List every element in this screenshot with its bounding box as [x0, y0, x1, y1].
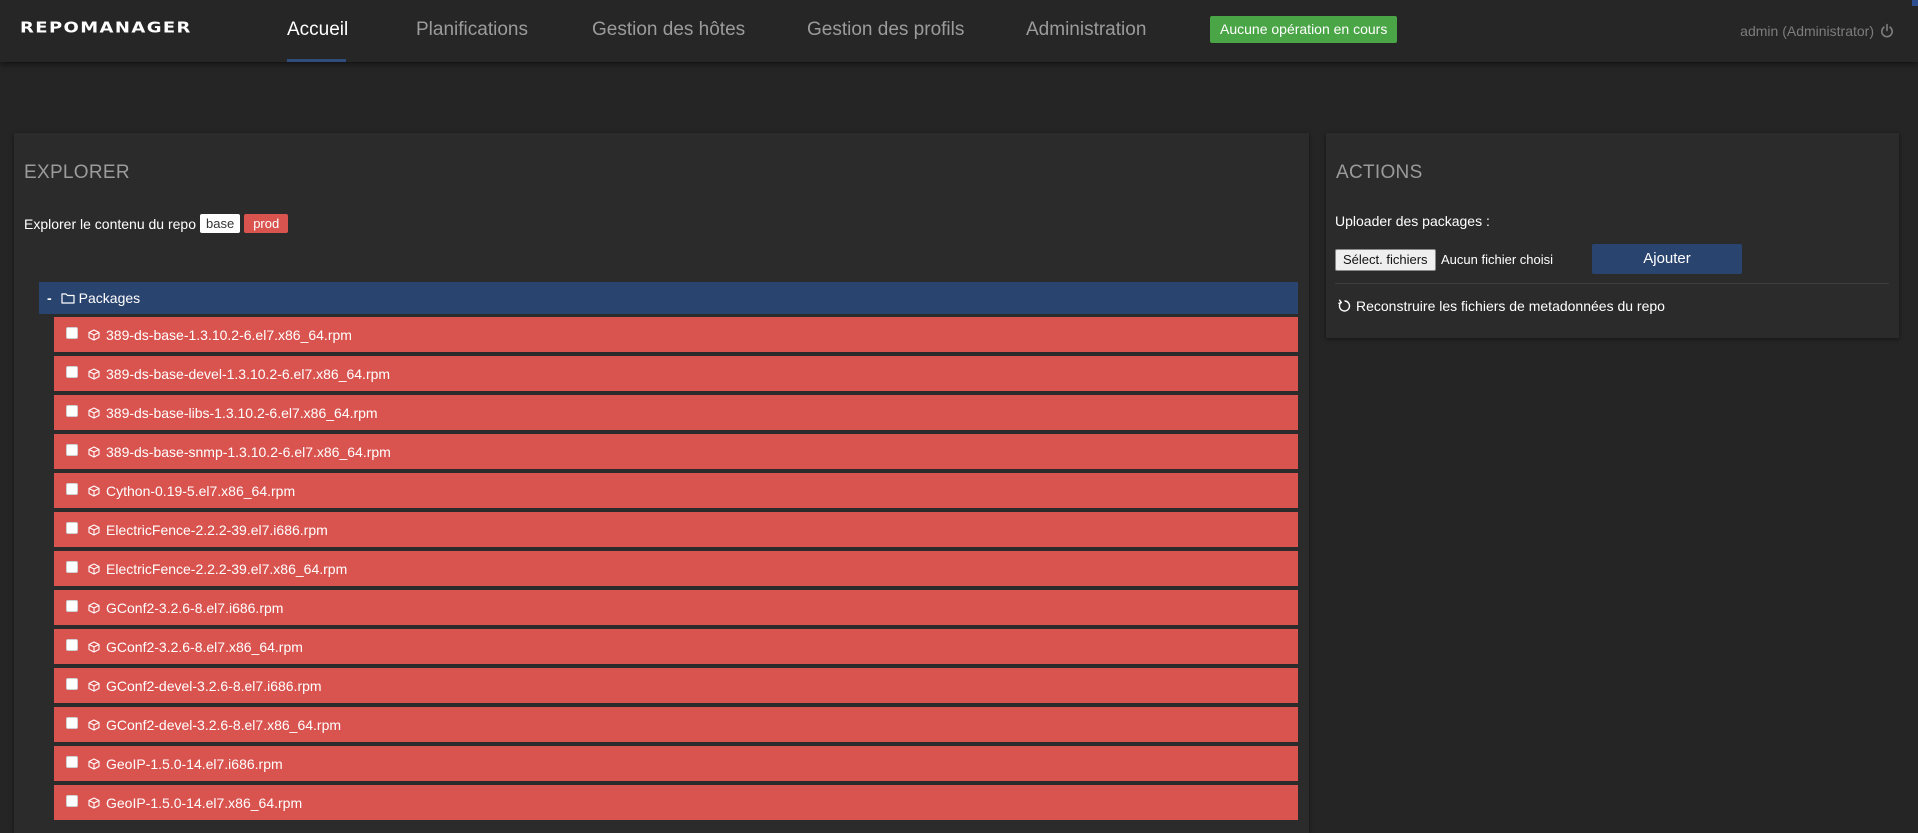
package-checkbox[interactable]	[66, 404, 78, 417]
operation-status-badge[interactable]: Aucune opération en cours	[1210, 16, 1398, 43]
divider	[1335, 283, 1889, 284]
package-row[interactable]: 389-ds-base-1.3.10.2-6.el7.x86_64.rpm	[54, 317, 1298, 352]
nav-administration[interactable]: Administration	[1026, 19, 1146, 41]
folder-icon	[61, 293, 75, 304]
package-name: GeoIP-1.5.0-14.el7.x86_64.rpm	[106, 794, 303, 811]
package-box-icon	[88, 796, 100, 809]
rebuild-label: Reconstruire les fichiers de metadonnées…	[1356, 298, 1665, 314]
package-checkbox[interactable]	[66, 677, 78, 690]
package-checkbox[interactable]	[66, 638, 78, 651]
app-logo[interactable]: REPOMANAGER	[20, 19, 192, 37]
package-box-icon	[88, 445, 100, 458]
package-row[interactable]: ElectricFence-2.2.2-39.el7.i686.rpm	[54, 512, 1298, 547]
top-navbar: REPOMANAGER Accueil Planifications Gesti…	[0, 0, 1918, 62]
package-name: 389-ds-base-libs-1.3.10.2-6.el7.x86_64.r…	[106, 404, 378, 421]
package-checkbox[interactable]	[66, 443, 78, 456]
package-row[interactable]: GConf2-3.2.6-8.el7.i686.rpm	[54, 590, 1298, 625]
package-name: ElectricFence-2.2.2-39.el7.i686.rpm	[106, 521, 328, 538]
package-row[interactable]: 389-ds-base-libs-1.3.10.2-6.el7.x86_64.r…	[54, 395, 1298, 430]
package-row[interactable]: 389-ds-base-snmp-1.3.10.2-6.el7.x86_64.r…	[54, 434, 1298, 469]
refresh-icon	[1338, 299, 1351, 312]
corner-marker	[1912, 0, 1918, 6]
package-checkbox[interactable]	[66, 521, 78, 534]
actions-title: ACTIONS	[1336, 162, 1423, 183]
package-box-icon	[88, 523, 100, 536]
package-row[interactable]: ElectricFence-2.2.2-39.el7.x86_64.rpm	[54, 551, 1298, 586]
upload-label: Uploader des packages :	[1335, 213, 1490, 229]
package-name: 389-ds-base-snmp-1.3.10.2-6.el7.x86_64.r…	[106, 443, 391, 460]
explore-text: Explorer le contenu du repo	[24, 215, 196, 232]
package-box-icon	[88, 640, 100, 653]
package-name: GConf2-devel-3.2.6-8.el7.x86_64.rpm	[106, 716, 342, 733]
explore-repo-line: Explorer le contenu du repo base prod	[24, 214, 289, 233]
package-checkbox[interactable]	[66, 599, 78, 612]
package-box-icon	[88, 757, 100, 770]
package-checkbox[interactable]	[66, 365, 78, 378]
nav-accueil[interactable]: Accueil	[287, 19, 348, 41]
package-row[interactable]: GConf2-devel-3.2.6-8.el7.x86_64.rpm	[54, 707, 1298, 742]
package-name: 389-ds-base-1.3.10.2-6.el7.x86_64.rpm	[106, 326, 352, 343]
package-checkbox[interactable]	[66, 794, 78, 807]
user-account[interactable]: admin (Administrator)	[1740, 23, 1874, 39]
package-row[interactable]: GConf2-devel-3.2.6-8.el7.i686.rpm	[54, 668, 1298, 703]
active-nav-indicator	[287, 59, 346, 62]
package-checkbox[interactable]	[66, 482, 78, 495]
package-box-icon	[88, 679, 100, 692]
nav-planifications[interactable]: Planifications	[416, 19, 528, 41]
package-name: GConf2-3.2.6-8.el7.x86_64.rpm	[106, 638, 303, 655]
repo-name-tag: base	[200, 214, 241, 233]
package-list: 389-ds-base-1.3.10.2-6.el7.x86_64.rpm 389…	[54, 317, 1298, 824]
select-files-button[interactable]: Sélect. fichiers	[1335, 249, 1436, 271]
folder-label: Packages	[78, 290, 141, 306]
package-box-icon	[88, 718, 100, 731]
nav-gestion-hotes[interactable]: Gestion des hôtes	[592, 19, 745, 41]
package-row[interactable]: GeoIP-1.5.0-14.el7.i686.rpm	[54, 746, 1298, 781]
package-checkbox[interactable]	[66, 716, 78, 729]
package-name: GConf2-devel-3.2.6-8.el7.i686.rpm	[106, 677, 322, 694]
explorer-panel: EXPLORER Explorer le contenu du repo bas…	[14, 133, 1309, 833]
package-box-icon	[88, 562, 100, 575]
repo-env-tag: prod	[244, 214, 289, 233]
package-checkbox[interactable]	[66, 755, 78, 768]
package-box-icon	[88, 406, 100, 419]
package-name: GConf2-3.2.6-8.el7.i686.rpm	[106, 599, 284, 616]
package-name: GeoIP-1.5.0-14.el7.i686.rpm	[106, 755, 283, 772]
package-box-icon	[88, 328, 100, 341]
package-box-icon	[88, 367, 100, 380]
package-row[interactable]: GeoIP-1.5.0-14.el7.x86_64.rpm	[54, 785, 1298, 820]
package-name: 389-ds-base-devel-1.3.10.2-6.el7.x86_64.…	[106, 365, 391, 382]
power-icon[interactable]	[1880, 23, 1894, 39]
rebuild-metadata-button[interactable]: Reconstruire les fichiers de metadonnées…	[1338, 298, 1665, 314]
package-name: Cython-0.19-5.el7.x86_64.rpm	[106, 482, 296, 499]
file-status-text: Aucun fichier choisi	[1441, 252, 1553, 267]
explorer-title: EXPLORER	[24, 162, 130, 183]
package-row[interactable]: Cython-0.19-5.el7.x86_64.rpm	[54, 473, 1298, 508]
add-button[interactable]: Ajouter	[1592, 244, 1742, 274]
nav-gestion-profils[interactable]: Gestion des profils	[807, 19, 964, 41]
package-box-icon	[88, 484, 100, 497]
package-checkbox[interactable]	[66, 560, 78, 573]
package-row[interactable]: GConf2-3.2.6-8.el7.x86_64.rpm	[54, 629, 1298, 664]
package-name: ElectricFence-2.2.2-39.el7.x86_64.rpm	[106, 560, 348, 577]
package-row[interactable]: 389-ds-base-devel-1.3.10.2-6.el7.x86_64.…	[54, 356, 1298, 391]
package-box-icon	[88, 601, 100, 614]
collapse-toggle[interactable]: -	[47, 290, 52, 306]
folder-packages[interactable]: - Packages	[39, 282, 1298, 314]
actions-panel: ACTIONS Uploader des packages : Sélect. …	[1326, 133, 1899, 338]
package-checkbox[interactable]	[66, 326, 78, 339]
